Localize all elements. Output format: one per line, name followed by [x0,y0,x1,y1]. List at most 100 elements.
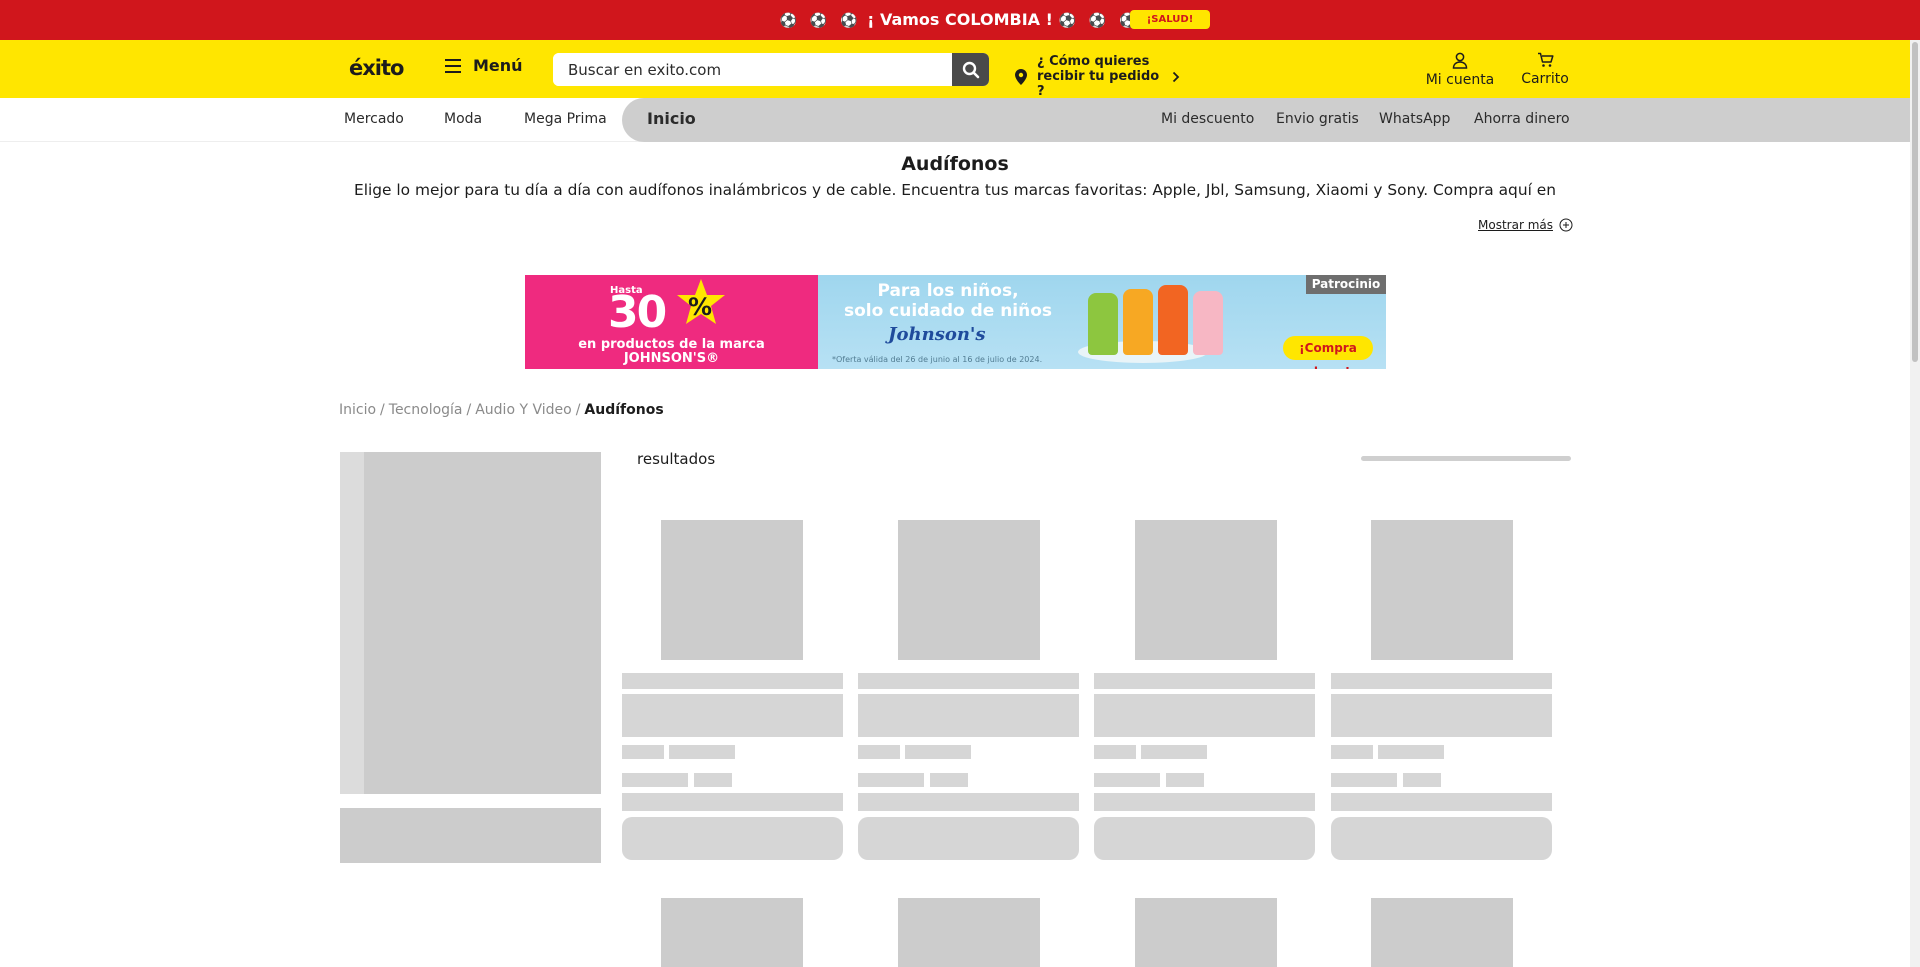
search-bar [553,53,989,86]
product-seller-skeleton [1331,793,1552,811]
breadcrumb: Inicio / Tecnología / Audio Y Video / Au… [339,402,664,418]
product-brand-skeleton [622,673,843,689]
menu-button[interactable]: Menú [445,56,523,75]
product-image-skeleton [1135,898,1277,967]
banner-line-1: en productos de la marca [578,337,765,352]
filters-skeleton-footer [340,808,601,863]
product-image-skeleton [1135,520,1277,660]
product-price-skeleton [694,773,732,787]
account-button[interactable]: Mi cuenta [1420,52,1500,88]
sponsored-badge: Patrocinio [1306,275,1386,294]
product-tag-skeleton [1331,745,1373,759]
soccer-ball-icons-right: ⚽ ⚽ ⚽ [1058,13,1141,29]
results-count-label: resultados [637,450,716,468]
product-card-skeleton [1094,520,1315,860]
chevron-right-icon [1172,71,1180,82]
cart-icon [1537,52,1554,67]
breadcrumb-separator: / [466,402,472,418]
exito-logo[interactable]: éxito [349,56,404,80]
soccer-ball-icons-left: ⚽ ⚽ ⚽ [779,13,862,29]
banner-offer-note: *Oferta válida del 26 de junio al 16 de … [832,355,1043,364]
product-price-skeleton [1331,773,1397,787]
delivery-line-2: recibir tu pedido ? [1037,69,1160,99]
product-price-skeleton [930,773,968,787]
search-button[interactable] [952,53,989,86]
page-title: Audífonos [901,153,1009,175]
product-price-skeleton [1094,773,1160,787]
product-price-skeleton [1403,773,1441,787]
cart-label: Carrito [1521,71,1569,87]
search-icon [962,61,979,78]
banner-line-2: JOHNSON'S® [623,351,720,366]
product-tag-skeleton [1141,745,1207,759]
delivery-text: ¿ Cómo quieres recibir tu pedido ? [1037,54,1162,99]
nav-item-inicio[interactable]: Inicio [647,109,696,128]
product-seller-skeleton [858,793,1079,811]
product-brand-skeleton [858,673,1079,689]
nav-item-mercado[interactable]: Mercado [344,111,404,127]
product-title-skeleton [858,694,1079,737]
show-more-link[interactable]: Mostrar más [1478,218,1573,232]
product-card-skeleton [858,520,1079,860]
product-price-skeleton [622,773,688,787]
page-scrollbar-thumb[interactable] [1912,42,1918,362]
product-tag-skeleton [858,745,900,759]
product-brand-skeleton [1331,673,1552,689]
nav-item-mi-descuento[interactable]: Mi descuento [1161,111,1254,127]
nav-item-envio-gratis[interactable]: Envio gratis [1276,111,1359,127]
breadcrumb-separator: / [575,402,581,418]
nav-highlight-area [622,98,1910,142]
promo-message: ⚽ ⚽ ⚽ ¡ Vamos COLOMBIA ! ⚽ ⚽ ⚽ [0,10,1920,29]
promo-badge-button[interactable]: ¡SALUD! [1130,10,1210,29]
bottle-green-image [1088,293,1118,355]
add-to-cart-skeleton [1331,817,1552,860]
category-description: Elige lo mejor para tu día a día con aud… [354,181,1556,199]
user-icon [1452,52,1468,69]
banner-discount-value: 30 [608,287,667,338]
filters-skeleton [340,452,601,794]
add-to-cart-skeleton [1094,817,1315,860]
product-price-skeleton [858,773,924,787]
product-tag-skeleton [669,745,735,759]
hamburger-icon [445,58,461,73]
nav-item-moda[interactable]: Moda [444,111,482,127]
category-nav: Mercado Moda Mega Prima Inicio Mi descue… [0,98,1910,142]
product-seller-skeleton [1094,793,1315,811]
banner-cta-button[interactable]: ¡Compra ahora! [1283,336,1373,369]
product-image-skeleton [661,520,803,660]
promo-bar: ⚽ ⚽ ⚽ ¡ Vamos COLOMBIA ! ⚽ ⚽ ⚽ ¡SALUD! [0,0,1920,40]
sponsored-banner[interactable]: Hasta 30 % en productos de la marca JOHN… [525,275,1386,369]
search-input[interactable] [553,53,952,86]
add-to-cart-skeleton [858,817,1079,860]
product-card-skeleton [622,520,843,860]
product-card-skeleton [1331,520,1552,860]
bottle-pink-image [1193,291,1223,355]
product-title-skeleton [1331,694,1552,737]
add-to-cart-skeleton [622,817,843,860]
breadcrumb-inicio[interactable]: Inicio [339,402,376,418]
filters-skeleton-strip [340,452,364,794]
location-pin-icon [1015,68,1027,85]
banner-headline-2: solo cuidado de niños [843,301,1053,321]
product-tag-skeleton [1378,745,1444,759]
bottle-orange-image [1158,285,1188,355]
nav-item-mega-prima[interactable]: Mega Prima [524,111,607,127]
product-title-skeleton [1094,694,1315,737]
cart-button[interactable]: Carrito [1510,52,1580,87]
product-brand-skeleton [1094,673,1315,689]
product-tag-skeleton [622,745,664,759]
johnsons-logo: Johnson's [888,324,986,345]
nav-item-whatsapp[interactable]: WhatsApp [1379,111,1450,127]
breadcrumb-tecnologia[interactable]: Tecnología [389,402,463,418]
breadcrumb-audio-video[interactable]: Audio Y Video [475,402,571,418]
product-image-skeleton [898,898,1040,967]
bottle-yellow-image [1123,289,1153,355]
delivery-selector[interactable]: ¿ Cómo quieres recibir tu pedido ? [1015,54,1180,99]
product-price-skeleton [1166,773,1204,787]
show-more-label: Mostrar más [1478,218,1553,232]
account-label: Mi cuenta [1425,72,1495,88]
nav-item-ahorra-dinero[interactable]: Ahorra dinero [1474,111,1570,127]
product-tag-skeleton [1094,745,1136,759]
product-image-skeleton [898,520,1040,660]
breadcrumb-current: Audífonos [584,402,664,418]
